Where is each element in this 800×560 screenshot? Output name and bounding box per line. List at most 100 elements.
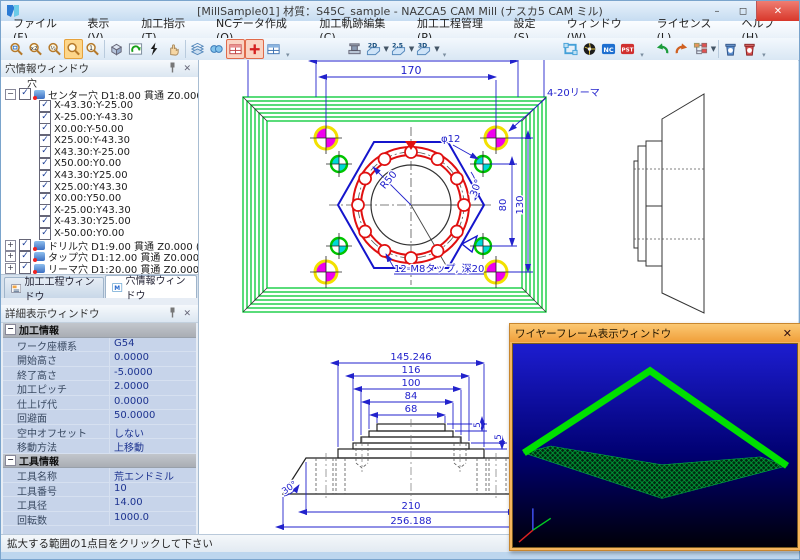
tree-row[interactable]: ✓ X0.00:Y-50.00 (1, 123, 198, 136)
property-row[interactable]: 回避面 50.0000 (3, 410, 196, 425)
tree-row[interactable]: ✓ X0.00:Y50.00 (1, 192, 198, 205)
dock-tab-1[interactable]: M 穴情報ウィンドウ (105, 275, 197, 302)
zoom-in-button[interactable] (64, 39, 83, 59)
tree-checkbox[interactable]: ✓ (39, 204, 51, 217)
property-section-header[interactable]: − 加工情報 (3, 323, 196, 338)
tree-expander-icon[interactable]: − (5, 88, 16, 100)
tree-checkbox[interactable]: ✓ (39, 192, 51, 205)
process-tree-button[interactable] (691, 39, 710, 59)
pst-badge-button[interactable]: PST (618, 39, 637, 59)
wireframe-viewport[interactable] (512, 343, 798, 548)
tree-checkbox[interactable]: ✓ (39, 157, 51, 170)
toolbar-overflow-grip[interactable]: ▾ (762, 51, 766, 60)
property-row[interactable]: 加工ピッチ 2.0000 (3, 381, 196, 396)
rotate-view-button[interactable] (107, 39, 126, 59)
hole-position-label: X25.00:Y43.30 (54, 181, 128, 193)
minimize-button[interactable]: – (704, 1, 730, 21)
view-3d-button[interactable]: 3D (414, 39, 433, 59)
dock-tab-0[interactable]: 加工工程ウィンドウ (4, 277, 105, 303)
tree-expander-icon[interactable]: + (5, 239, 16, 251)
property-label: 仕上げ代 (3, 395, 110, 409)
tree-row[interactable]: −✓センター穴 D1:8.00 貫通 Z0.000 (x12) (1, 88, 198, 102)
pin-icon[interactable] (165, 307, 180, 321)
svg-text:½: ½ (50, 45, 56, 52)
wireframe-close-icon[interactable]: ✕ (780, 327, 795, 340)
property-section-header[interactable]: − 工具情報 (3, 453, 196, 468)
maximize-button[interactable]: ◻ (730, 1, 756, 21)
tree-checkbox[interactable]: ✓ (19, 88, 31, 101)
property-row[interactable]: 移動方法 上移動 (3, 439, 196, 454)
tree-checkbox[interactable]: ✓ (19, 250, 31, 263)
property-row[interactable]: 開始高さ 0.0000 (3, 352, 196, 367)
toolbar-overflow-grip[interactable]: ▾ (443, 51, 447, 60)
tree-row[interactable]: ✓ X-43.30:Y25.00 (1, 215, 198, 228)
tree-checkbox[interactable]: ✓ (39, 111, 51, 124)
tree-row[interactable]: ✓ X43.30:Y25.00 (1, 169, 198, 182)
tree-row[interactable]: ✓ X50.00:Y0.00 (1, 157, 198, 170)
fit-flash-button[interactable] (145, 39, 164, 59)
tree-row[interactable]: ✓ X43.30:Y-25.00 (1, 146, 198, 159)
dropdown-arrow-icon[interactable]: ▼ (711, 45, 716, 53)
tree-expander-icon[interactable]: + (5, 262, 16, 274)
tree-row[interactable]: ✓ X25.00:Y-43.30 (1, 134, 198, 147)
tool-wheel-button[interactable] (580, 39, 599, 59)
pan-hand-button[interactable] (164, 39, 183, 59)
tree-row[interactable]: ✓ X25.00:Y43.30 (1, 181, 198, 194)
stock-frame-button[interactable] (561, 39, 580, 59)
add-hole-button[interactable] (245, 39, 264, 59)
zoom-1-button[interactable]: 1 (83, 39, 102, 59)
tree-checkbox[interactable]: ✓ (19, 239, 31, 252)
section-collapse-icon[interactable]: − (5, 324, 16, 336)
tree-row[interactable]: ✓ X-25.00:Y43.30 (1, 204, 198, 217)
delete-all-button[interactable] (740, 39, 759, 59)
view-25d-button[interactable]: 2.5 (389, 39, 408, 59)
hole-table-button[interactable] (226, 39, 245, 59)
tree-row[interactable]: ✓ X-25.00:Y-43.30 (1, 111, 198, 124)
panel-close-icon[interactable]: ✕ (180, 309, 194, 319)
tree-checkbox[interactable]: ✓ (39, 181, 51, 194)
undo-button[interactable] (653, 39, 672, 59)
tree-checkbox[interactable]: ✓ (39, 99, 51, 112)
delete-path-button[interactable] (721, 39, 740, 59)
property-row[interactable]: 工具名称 荒エンドミル (3, 468, 196, 483)
hole-table-blue-button[interactable] (264, 39, 283, 59)
property-row[interactable]: 工具番号 10 (3, 482, 196, 497)
toolbar-overflow-grip[interactable]: ▾ (286, 51, 290, 60)
property-row[interactable]: ワーク座標系 G54 (3, 337, 196, 352)
section-collapse-icon[interactable]: − (5, 454, 16, 466)
tree-checkbox[interactable]: ✓ (39, 123, 51, 136)
fit-flash-icon (150, 42, 158, 56)
property-value: 10 (114, 482, 127, 494)
dropdown-arrow-icon[interactable]: ▼ (434, 45, 439, 53)
view-2d-button[interactable]: 2D (364, 39, 383, 59)
regen-view-button[interactable] (126, 39, 145, 59)
property-row[interactable]: 終了高さ -5.0000 (3, 366, 196, 381)
close-button[interactable]: ✕ (756, 1, 799, 21)
property-value: 上移動 (114, 443, 144, 453)
tree-expander-icon[interactable]: + (5, 251, 16, 263)
property-row[interactable]: 回転数 1000.0 (3, 511, 196, 526)
property-value: しない (114, 428, 144, 439)
redo-button[interactable] (672, 39, 691, 59)
property-row[interactable]: 空中オフセット しない (3, 424, 196, 439)
zoom-half-button[interactable]: ½ (45, 39, 64, 59)
toolbar-overflow-grip[interactable]: ▾ (640, 51, 644, 60)
wireframe-window[interactable]: ワイヤーフレーム表示ウィンドウ ✕ (509, 323, 800, 551)
pin-icon[interactable] (165, 62, 180, 76)
hole-position-label: X25.00:Y-43.30 (54, 135, 131, 147)
property-row[interactable]: 仕上げ代 0.0000 (3, 395, 196, 410)
tree-checkbox[interactable]: ✓ (39, 215, 51, 228)
tree-checkbox[interactable]: ✓ (39, 134, 51, 147)
tree-row[interactable]: ✓ X-43.30:Y-25.00 (1, 99, 198, 112)
nc-badge-button[interactable]: NC (599, 39, 618, 59)
zoom-in-icon (67, 42, 80, 56)
tree-checkbox[interactable]: ✓ (39, 146, 51, 159)
panel-close-icon[interactable]: ✕ (180, 64, 194, 74)
tree-checkbox[interactable]: ✓ (39, 169, 51, 182)
property-row[interactable]: 工具径 14.00 (3, 497, 196, 512)
layers-button[interactable] (188, 39, 207, 59)
machine-vice-button[interactable] (345, 39, 364, 59)
zoom-window-button[interactable] (7, 39, 26, 59)
zoom-x2-button[interactable]: x2 (26, 39, 45, 59)
shade-view-button[interactable] (207, 39, 226, 59)
